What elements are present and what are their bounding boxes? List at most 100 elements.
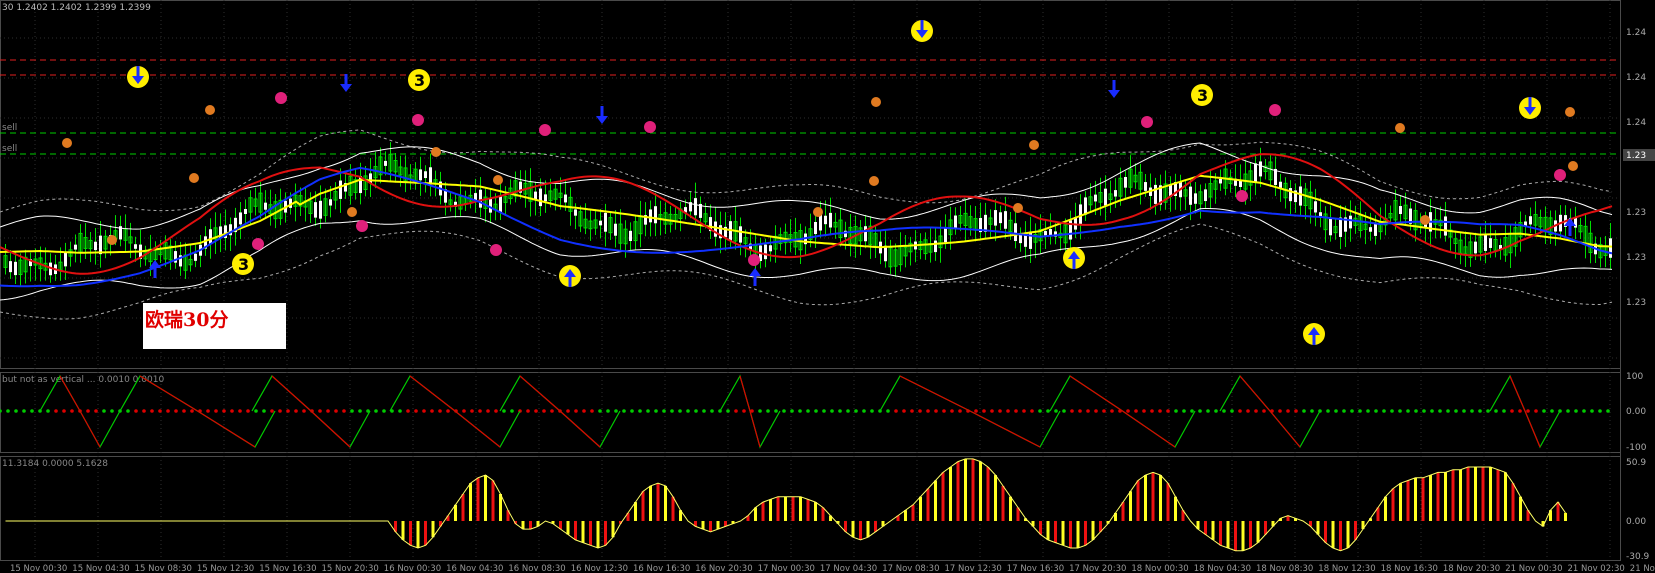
candle-body — [864, 226, 867, 242]
sub1-dot — [1086, 409, 1090, 413]
time-axis-label: 17 Nov 08:30 — [882, 564, 939, 573]
candle-body — [419, 169, 422, 181]
histogram-bar — [1249, 521, 1252, 548]
time-axis-label: 17 Nov 00:30 — [758, 564, 815, 573]
sub1-oscillator — [0, 374, 1610, 449]
histogram-bar — [1331, 521, 1335, 548]
histogram-bar — [971, 458, 975, 521]
sub1-dot — [230, 409, 234, 413]
wave-count-label: 3 — [1197, 86, 1208, 105]
histogram-bar — [979, 461, 982, 521]
sub1-axis-label: -100 — [1626, 443, 1647, 453]
sub1-dot — [662, 409, 666, 413]
histogram-bar — [671, 496, 675, 521]
sub1-dot — [854, 409, 858, 413]
histogram-bar — [634, 502, 637, 521]
price-tick-label: 1.24 — [1626, 28, 1646, 38]
orange-marker-dot — [1013, 203, 1023, 213]
histogram-bar — [1406, 480, 1410, 521]
sub1-dot — [630, 409, 634, 413]
sub1-dot — [726, 409, 730, 413]
candle-body — [1484, 233, 1487, 251]
sub1-dot — [478, 409, 482, 413]
time-axis-label: 16 Nov 16:30 — [633, 564, 690, 573]
pink-marker-dot — [1269, 104, 1281, 116]
sub1-dot — [1030, 409, 1034, 413]
pink-marker-dot — [748, 254, 760, 266]
sell-label: sell — [2, 123, 17, 133]
histogram-bar — [859, 521, 862, 540]
histogram-bar — [776, 496, 780, 521]
candle-body — [884, 245, 887, 262]
sub1-dot — [534, 409, 538, 413]
sub1-dot — [166, 409, 170, 413]
candle-body — [1084, 197, 1087, 215]
candle-body — [1349, 215, 1352, 229]
histogram-bar — [941, 472, 945, 521]
sub1-dot — [1406, 409, 1410, 413]
candle-body — [9, 261, 12, 273]
sub1-dot — [798, 409, 802, 413]
histogram-bar — [791, 496, 795, 521]
price-tick-label: 1.23 — [1626, 253, 1646, 263]
candle-body — [739, 226, 742, 243]
histogram-bar — [769, 499, 772, 521]
candle-body — [649, 209, 652, 223]
sub1-dot — [1166, 409, 1170, 413]
candle-body — [244, 209, 247, 215]
sub1-dot — [1134, 409, 1138, 413]
candle-body — [94, 241, 97, 251]
histogram-bar — [761, 502, 765, 521]
sub1-dot — [430, 409, 434, 413]
histogram-bar — [1346, 521, 1350, 548]
candle-body — [1194, 193, 1197, 204]
sub1-dot — [1606, 409, 1610, 413]
sub1-dot — [982, 409, 986, 413]
sub1-dot — [70, 409, 74, 413]
histogram-bar — [1459, 469, 1462, 521]
candle-body — [654, 206, 657, 224]
histogram-bar — [806, 499, 810, 521]
candle-body — [479, 189, 482, 208]
pink-marker-dot — [1236, 190, 1248, 202]
histogram-bar — [1204, 521, 1207, 535]
candle-body — [814, 221, 817, 235]
orange-marker-dot — [189, 173, 199, 183]
price-tick-label: 1.23 — [1626, 208, 1646, 218]
histogram-bar — [986, 467, 990, 521]
sub1-dot — [950, 409, 954, 413]
sub1-dot — [1398, 409, 1402, 413]
histogram-bar — [1001, 485, 1005, 521]
histogram-bar — [1046, 521, 1050, 540]
sub1-dot — [446, 409, 450, 413]
histogram-bar — [1421, 477, 1425, 521]
candle-body — [1044, 231, 1047, 236]
candle-body — [339, 180, 342, 199]
sub1-dot — [0, 409, 2, 413]
sub2-header: 11.3184 0.0000 5.1628 — [2, 459, 108, 469]
sub1-dot — [6, 409, 10, 413]
orange-marker-dot — [431, 147, 441, 157]
pink-marker-dot — [1554, 169, 1566, 181]
candle-body — [1254, 163, 1257, 183]
sub1-wave-red — [139, 375, 256, 448]
sub1-wave-red — [59, 375, 101, 448]
sub1-dot — [1070, 409, 1074, 413]
orange-marker-dot — [1568, 161, 1578, 171]
candle-body — [599, 220, 602, 226]
histogram-bar — [1504, 472, 1507, 521]
histogram-bar — [964, 458, 967, 521]
histogram-bar — [581, 521, 585, 543]
histogram-bar — [1069, 521, 1072, 548]
time-axis-label: 16 Nov 04:30 — [446, 564, 503, 573]
candle-body — [1204, 189, 1207, 202]
histogram-bar — [1241, 521, 1245, 551]
histogram-bar — [1414, 477, 1417, 521]
sub1-dot — [1454, 409, 1458, 413]
time-axis-label: 17 Nov 16:30 — [1007, 564, 1064, 573]
overlay-label: 欧瑞30分 — [145, 309, 229, 331]
histogram-bar — [1256, 521, 1260, 543]
candle-body — [539, 188, 542, 207]
sub2-axis-label: 50.9 — [1626, 458, 1646, 468]
histogram-bar — [1039, 521, 1042, 535]
